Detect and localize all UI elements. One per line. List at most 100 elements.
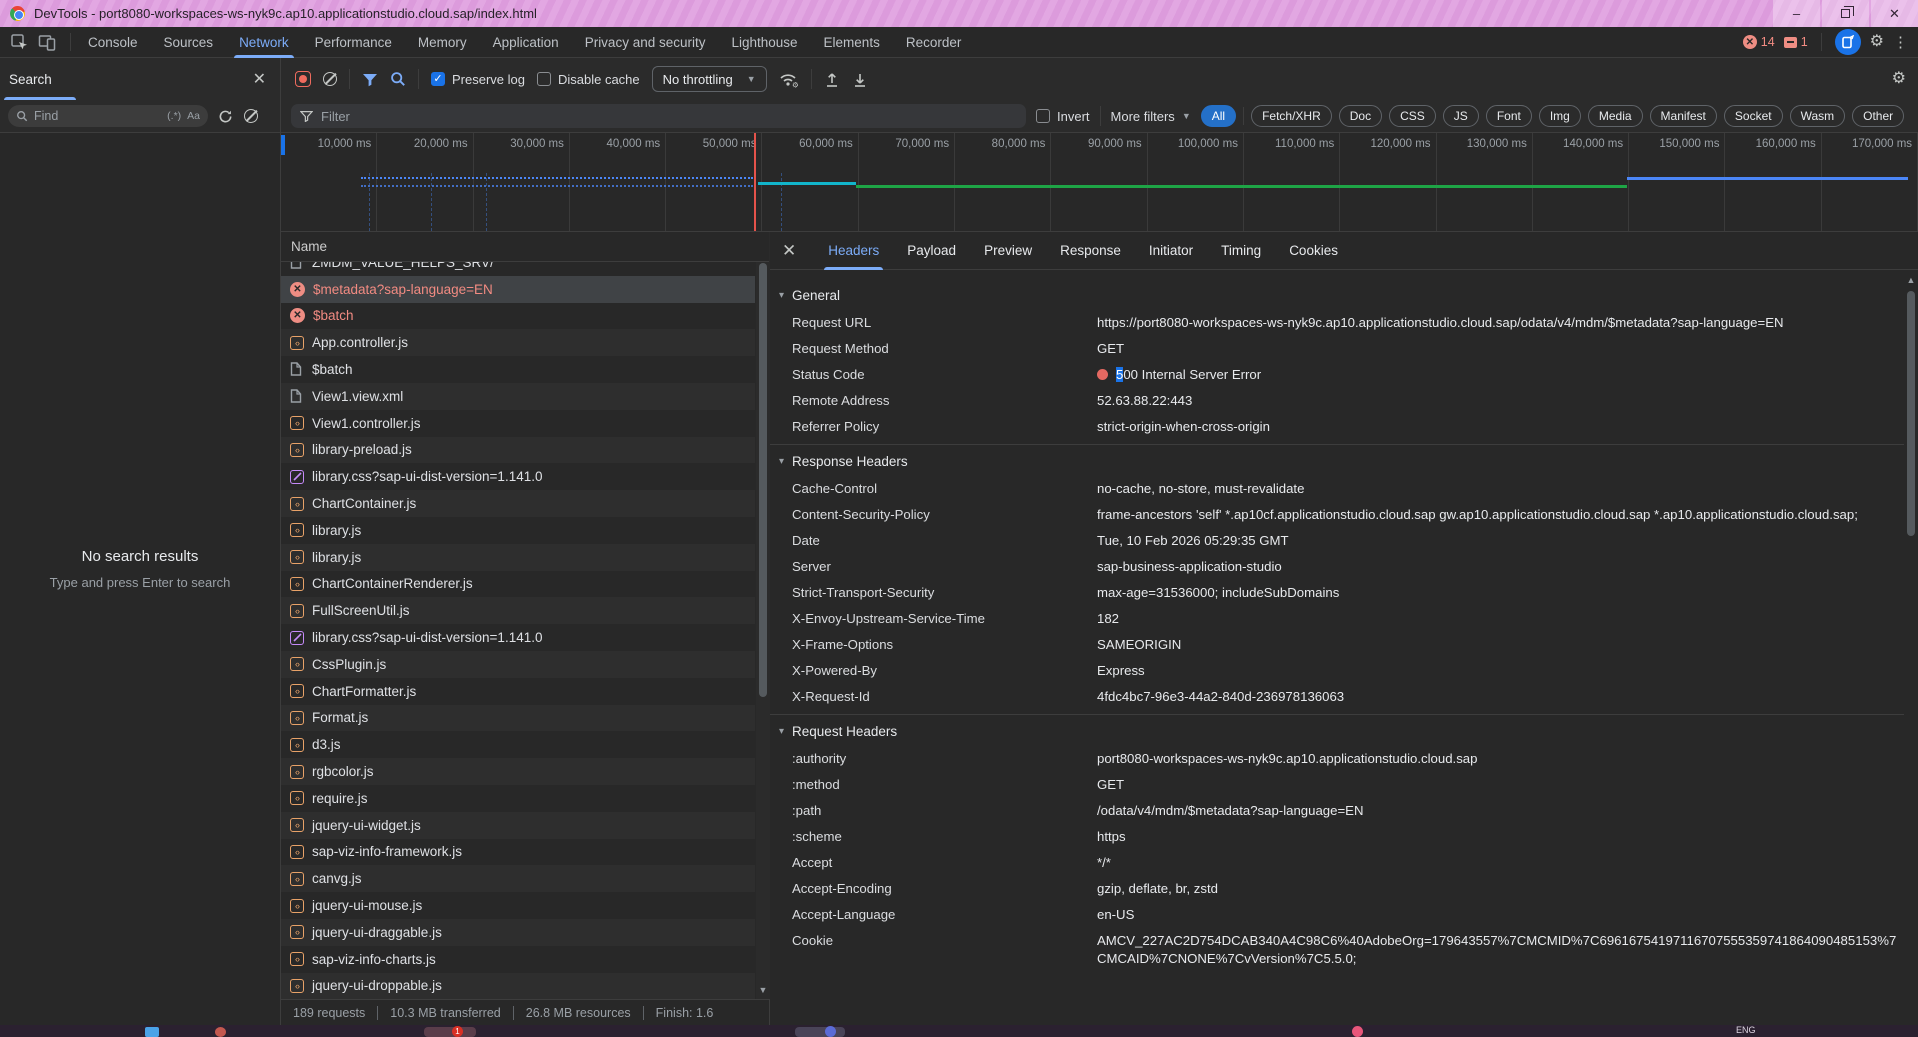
filter-chip-font[interactable]: Font xyxy=(1486,105,1532,127)
filter-chip-socket[interactable]: Socket xyxy=(1724,105,1783,127)
request-row[interactable]: ‹›ChartContainerRenderer.js xyxy=(281,571,755,598)
filter-chip-other[interactable]: Other xyxy=(1852,105,1904,127)
request-row[interactable]: ‹›jquery-ui-widget.js xyxy=(281,812,755,839)
tab-console[interactable]: Console xyxy=(75,27,151,58)
network-overview-band[interactable]: 10,000 ms20,000 ms30,000 ms40,000 ms50,0… xyxy=(281,133,1918,232)
detail-tab-cookies[interactable]: Cookies xyxy=(1275,232,1352,270)
request-row[interactable]: ‹›jquery-ui-mouse.js xyxy=(281,892,755,919)
filter-chip-media[interactable]: Media xyxy=(1588,105,1643,127)
issues-badge[interactable]: 1 xyxy=(1784,35,1808,49)
inspect-element-icon[interactable] xyxy=(10,33,28,51)
request-row[interactable]: $batch xyxy=(281,356,755,383)
import-har-icon[interactable] xyxy=(824,71,840,88)
request-row[interactable]: ✕$metadata?sap-language=EN xyxy=(281,276,755,303)
scroll-down-icon[interactable]: ▼ xyxy=(756,983,770,997)
close-search-icon[interactable]: ✕ xyxy=(253,69,266,89)
request-row[interactable]: library.css?sap-ui-dist-version=1.141.0 xyxy=(281,463,755,490)
tab-performance[interactable]: Performance xyxy=(302,27,405,58)
network-settings-gear-icon[interactable]: ⚙ xyxy=(1892,71,1906,87)
tab-recorder[interactable]: Recorder xyxy=(893,27,975,58)
detail-tab-response[interactable]: Response xyxy=(1046,232,1135,270)
request-row[interactable]: ‹›jquery-ui-droppable.js xyxy=(281,973,755,999)
network-conditions-icon[interactable]: ⚙ xyxy=(779,71,799,88)
request-row[interactable]: ‹›FullScreenUtil.js xyxy=(281,597,755,624)
invert-checkbox[interactable]: Invert xyxy=(1036,109,1090,124)
tab-lighthouse[interactable]: Lighthouse xyxy=(718,27,810,58)
tab-application[interactable]: Application xyxy=(480,27,572,58)
tab-privacy-and-security[interactable]: Privacy and security xyxy=(572,27,719,58)
clear-search-icon[interactable] xyxy=(244,109,258,123)
export-har-icon[interactable] xyxy=(852,71,868,88)
network-filter-input[interactable]: Filter xyxy=(291,104,1026,128)
scroll-up-icon[interactable]: ▲ xyxy=(1904,273,1918,287)
request-row[interactable]: ‹›sap-viz-info-charts.js xyxy=(281,946,755,973)
request-row[interactable]: ‹›App.controller.js xyxy=(281,329,755,356)
taskbar-app-icon[interactable] xyxy=(145,1027,159,1037)
taskbar-app-icon[interactable] xyxy=(424,1027,476,1037)
device-toolbar-icon[interactable] xyxy=(38,33,56,51)
console-errors-badge[interactable]: ✕ 14 xyxy=(1743,35,1775,49)
minimize-button[interactable]: – xyxy=(1773,0,1820,27)
close-window-button[interactable]: ✕ xyxy=(1871,0,1918,27)
search-toggle-icon[interactable] xyxy=(390,71,406,87)
request-row[interactable]: ‹›library.js xyxy=(281,517,755,544)
request-row[interactable]: ‹›Format.js xyxy=(281,705,755,732)
tab-sources[interactable]: Sources xyxy=(151,27,227,58)
record-network-log-button[interactable] xyxy=(295,71,311,87)
filter-chip-css[interactable]: CSS xyxy=(1389,105,1436,127)
detail-tab-initiator[interactable]: Initiator xyxy=(1135,232,1207,270)
filter-chip-manifest[interactable]: Manifest xyxy=(1650,105,1717,127)
request-row[interactable]: ‹›ChartFormatter.js xyxy=(281,678,755,705)
tab-elements[interactable]: Elements xyxy=(811,27,893,58)
detail-tab-preview[interactable]: Preview xyxy=(970,232,1046,270)
detail-tab-payload[interactable]: Payload xyxy=(893,232,970,270)
request-row[interactable]: ‹›View1.controller.js xyxy=(281,410,755,437)
request-row[interactable]: ‹›canvg.js xyxy=(281,865,755,892)
filter-chip-js[interactable]: JS xyxy=(1443,105,1479,127)
tab-network[interactable]: Network xyxy=(226,27,302,58)
filter-chip-img[interactable]: Img xyxy=(1539,105,1581,127)
clear-network-log-icon[interactable] xyxy=(323,72,337,86)
request-row[interactable]: ‹›CssPlugin.js xyxy=(281,651,755,678)
filter-chip-wasm[interactable]: Wasm xyxy=(1790,105,1846,127)
refresh-search-icon[interactable] xyxy=(218,109,233,124)
request-row[interactable]: library.css?sap-ui-dist-version=1.141.0 xyxy=(281,624,755,651)
filter-chip-doc[interactable]: Doc xyxy=(1339,105,1382,127)
scrollbar-thumb[interactable] xyxy=(1907,291,1915,536)
preserve-log-checkbox[interactable]: ✓ Preserve log xyxy=(431,72,525,87)
filter-toggle-icon[interactable] xyxy=(362,72,378,87)
regex-toggle[interactable]: (.*) xyxy=(167,110,181,122)
restore-button[interactable] xyxy=(1822,0,1869,27)
more-options-icon[interactable]: ⋮ xyxy=(1893,33,1908,51)
more-filters-button[interactable]: More filters ▼ xyxy=(1111,109,1191,124)
detail-tab-timing[interactable]: Timing xyxy=(1207,232,1275,270)
section-header[interactable]: ▾General xyxy=(770,279,1904,310)
request-row[interactable]: ‹›library-preload.js xyxy=(281,437,755,464)
request-row[interactable]: ‹›d3.js xyxy=(281,731,755,758)
search-find-input[interactable]: Find (.*) Aa xyxy=(8,105,208,127)
request-row[interactable]: ZMDM_VALUE_HELPS_SRV/ xyxy=(281,262,755,276)
request-row[interactable]: ‹›ChartContainer.js xyxy=(281,490,755,517)
throttling-select[interactable]: No throttling ▼ xyxy=(652,66,767,92)
device-emulation-icon[interactable] xyxy=(1835,29,1861,55)
request-row[interactable]: View1.view.xml xyxy=(281,383,755,410)
request-row[interactable]: ‹›library.js xyxy=(281,544,755,571)
settings-gear-icon[interactable]: ⚙ xyxy=(1870,34,1884,50)
section-header[interactable]: ▾Response Headers xyxy=(770,444,1904,476)
scrollbar-thumb[interactable] xyxy=(759,263,767,697)
match-case-toggle[interactable]: Aa xyxy=(187,110,200,122)
request-row[interactable]: ‹›rgbcolor.js xyxy=(281,758,755,785)
disable-cache-checkbox[interactable]: Disable cache xyxy=(537,72,640,87)
request-row[interactable]: ‹›sap-viz-info-framework.js xyxy=(281,839,755,866)
request-row[interactable]: ‹›require.js xyxy=(281,785,755,812)
filter-chip-all[interactable]: All xyxy=(1201,105,1236,127)
close-detail-icon[interactable]: ✕ xyxy=(782,241,796,261)
tab-memory[interactable]: Memory xyxy=(405,27,480,58)
language-indicator[interactable]: ENG xyxy=(1736,1025,1756,1035)
detail-scrollbar[interactable]: ▲ xyxy=(1904,271,1918,1025)
taskbar-app-icon[interactable] xyxy=(215,1027,226,1037)
name-column-header[interactable]: Name xyxy=(281,232,769,262)
request-list-scrollbar[interactable]: ▲ ▼ xyxy=(756,232,770,999)
detail-tab-headers[interactable]: Headers xyxy=(814,232,893,270)
section-header[interactable]: ▾Request Headers xyxy=(770,714,1904,746)
